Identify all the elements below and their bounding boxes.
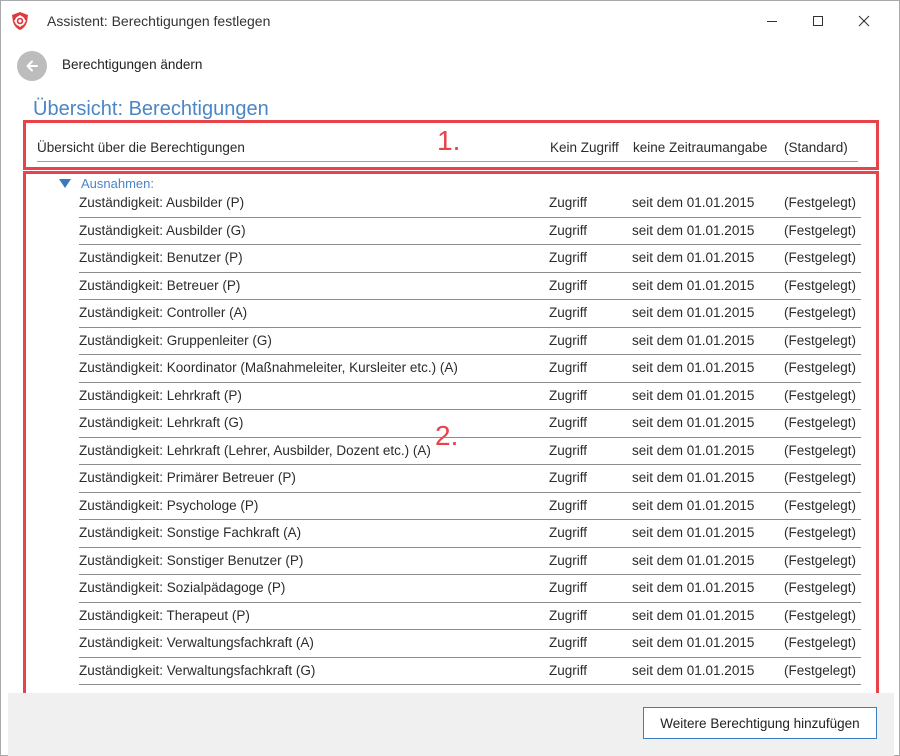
minimize-button[interactable] <box>749 1 795 41</box>
callout-number-1: 1. <box>437 125 461 156</box>
title-bar: Assistent: Berechtigungen festlegen <box>1 1 899 41</box>
wizard-window: Assistent: Berechtigungen festlegen Bere… <box>0 0 900 756</box>
arrow-left-icon <box>26 60 38 72</box>
back-button[interactable] <box>17 51 47 81</box>
close-icon <box>858 15 870 27</box>
back-label: Berechtigungen ändern <box>62 57 203 72</box>
shield-gear-icon <box>10 11 30 31</box>
close-button[interactable] <box>841 1 887 41</box>
maximize-icon <box>813 16 823 26</box>
callout-number-2: 2. <box>435 420 459 451</box>
page-title: Übersicht: Berechtigungen <box>33 98 269 120</box>
minimize-icon <box>767 21 777 22</box>
maximize-button[interactable] <box>795 1 841 41</box>
window-title: Assistent: Berechtigungen festlegen <box>47 13 271 29</box>
add-permission-button[interactable]: Weitere Berechtigung hinzufügen <box>643 707 877 739</box>
